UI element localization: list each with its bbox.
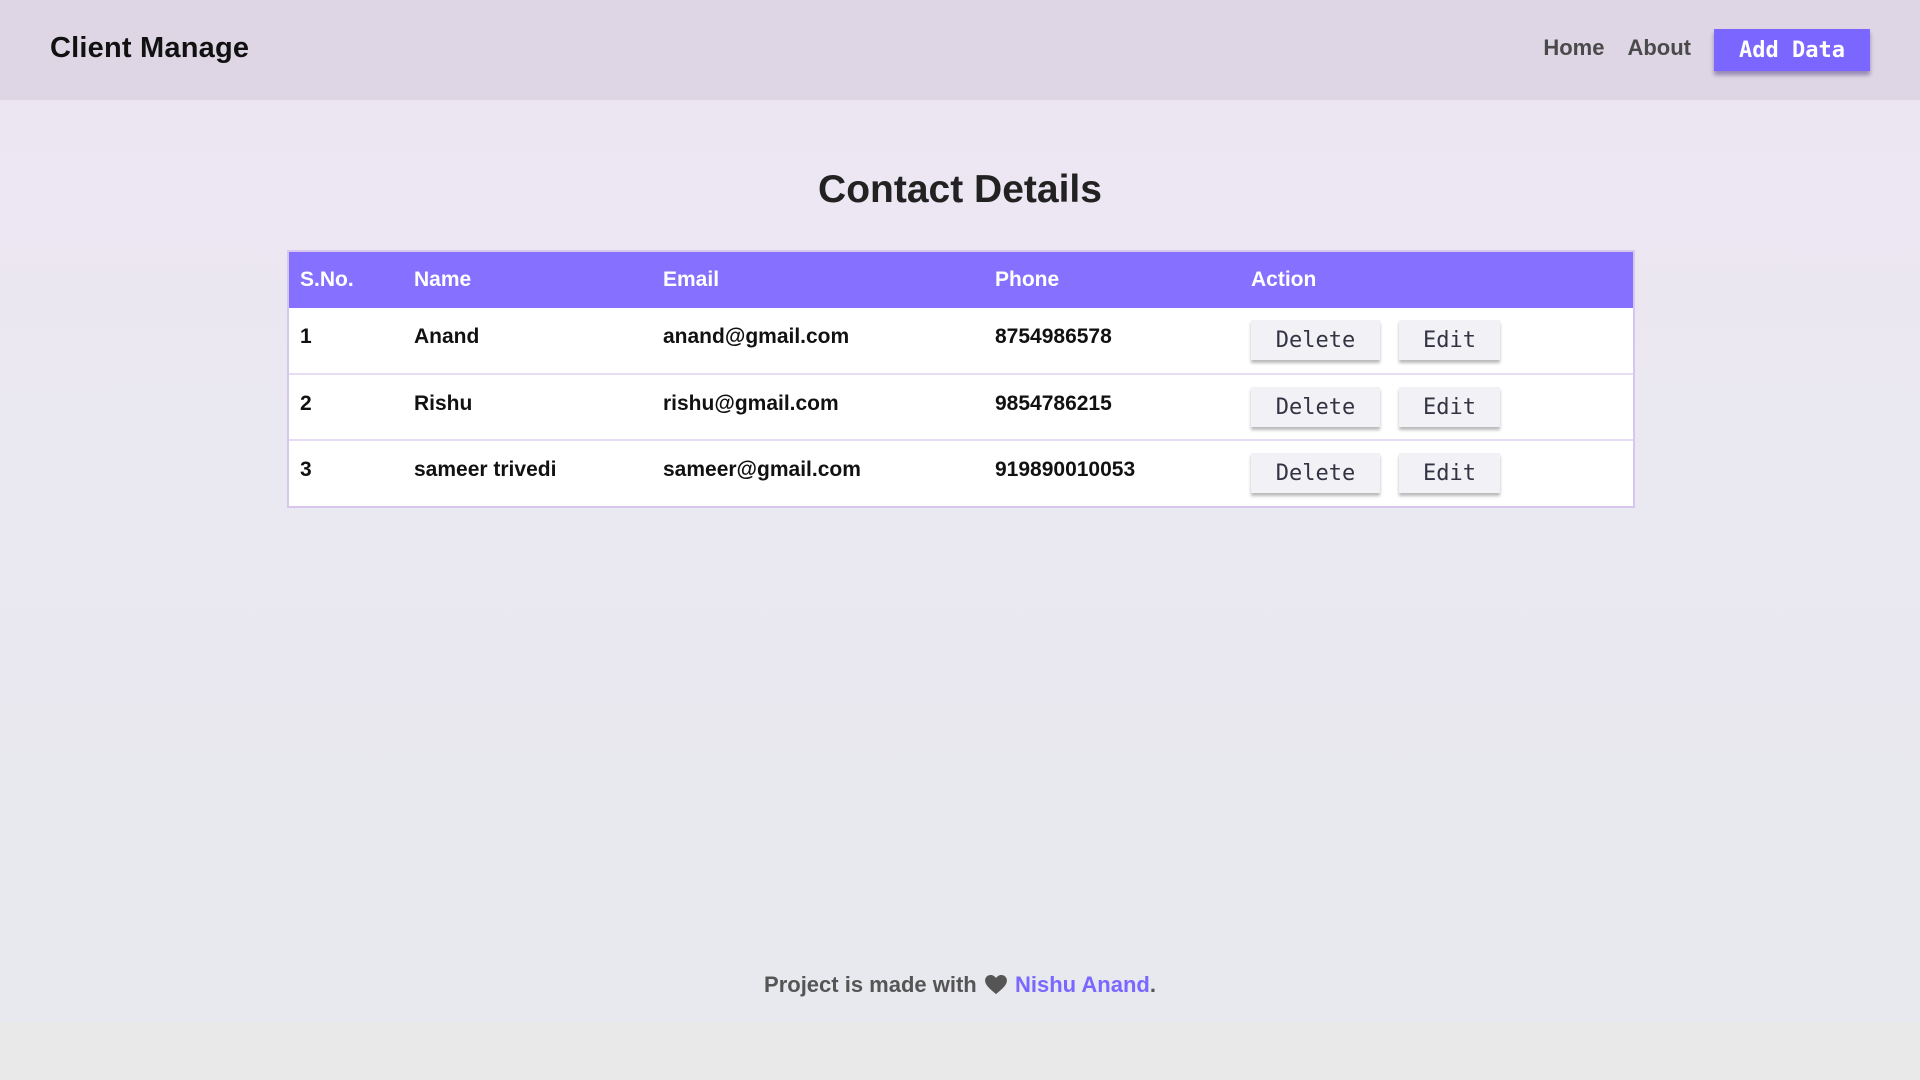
cell-actions: Delete Edit: [1240, 308, 1633, 374]
edit-button[interactable]: Edit: [1399, 320, 1500, 360]
page-title: Contact Details: [818, 168, 1102, 211]
delete-button[interactable]: Delete: [1251, 453, 1380, 493]
delete-button[interactable]: Delete: [1251, 387, 1380, 427]
header-phone: Phone: [995, 268, 1060, 291]
cell-actions: Delete Edit: [1240, 440, 1633, 506]
cell-name: Rishu: [414, 392, 473, 415]
brand-title[interactable]: Client Manage: [50, 32, 249, 65]
header-action: Action: [1251, 268, 1317, 291]
nav-link-about[interactable]: About: [1627, 35, 1691, 61]
cell-name: sameer trivedi: [414, 458, 557, 481]
footer-band: [0, 1022, 1920, 1080]
cell-phone: 8754986578: [995, 325, 1112, 348]
contacts-table: S.No. Name Email Phone Action 1 Anand an…: [289, 252, 1633, 506]
table-header-row: S.No. Name Email Phone Action: [289, 252, 1633, 308]
edit-button[interactable]: Edit: [1399, 387, 1500, 427]
cell-email: anand@gmail.com: [663, 325, 850, 348]
cell-email: rishu@gmail.com: [663, 392, 839, 415]
cell-phone: 919890010053: [995, 458, 1136, 481]
heart-icon: [984, 975, 1007, 1001]
navbar: Client Manage Home About Add Data: [0, 0, 1920, 100]
delete-button[interactable]: Delete: [1251, 320, 1380, 360]
footer-credit: Project is made with Nishu Anand.: [0, 972, 1920, 1001]
footer-prefix: Project is made with: [764, 972, 977, 997]
cell-sno: 2: [300, 392, 312, 415]
edit-button[interactable]: Edit: [1399, 453, 1500, 493]
cell-name: Anand: [414, 325, 480, 348]
table-row: 3 sameer trivedi sameer@gmail.com 919890…: [289, 440, 1633, 506]
table-row: 1 Anand anand@gmail.com 8754986578 Delet…: [289, 308, 1633, 374]
nav-link-home[interactable]: Home: [1543, 35, 1604, 61]
add-data-button[interactable]: Add Data: [1714, 29, 1870, 71]
footer-suffix: .: [1149, 972, 1156, 997]
cell-actions: Delete Edit: [1240, 374, 1633, 440]
cell-sno: 1: [300, 325, 312, 348]
header-email: Email: [663, 268, 720, 291]
cell-phone: 9854786215: [995, 392, 1112, 415]
author-link[interactable]: Nishu Anand: [1015, 972, 1150, 997]
cell-sno: 3: [300, 458, 312, 481]
contacts-table-container: S.No. Name Email Phone Action 1 Anand an…: [287, 250, 1635, 508]
cell-email: sameer@gmail.com: [663, 458, 861, 481]
nav-links: Home About Add Data: [1543, 29, 1870, 71]
header-sno: S.No.: [300, 268, 354, 291]
header-name: Name: [414, 268, 472, 291]
table-row: 2 Rishu rishu@gmail.com 9854786215 Delet…: [289, 374, 1633, 440]
